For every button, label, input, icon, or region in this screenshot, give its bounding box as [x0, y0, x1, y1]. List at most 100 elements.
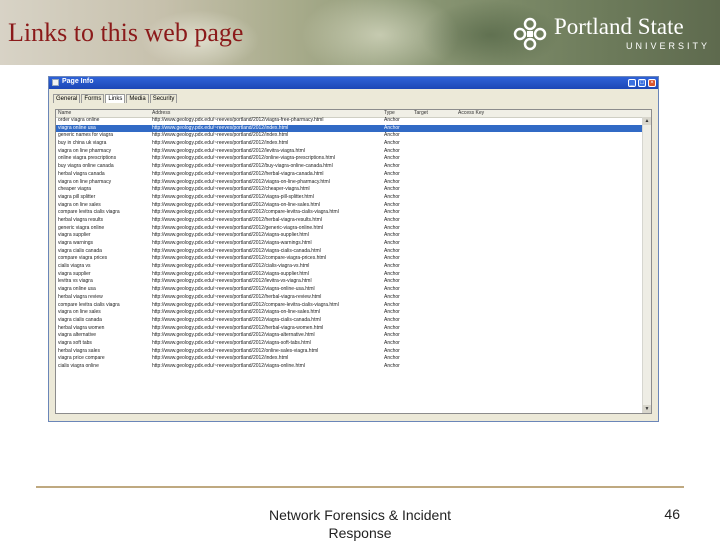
tab-media[interactable]: Media: [126, 94, 149, 103]
list-item[interactable]: viagra soft tabs http://www.geology.pdx.e…: [56, 340, 651, 348]
link-name: viagra on line sales: [58, 309, 101, 316]
list-item[interactable]: buy in china uk viagra http://www.geology…: [56, 140, 651, 148]
link-address: http://www.geology.pdx.edu/~reeves/portl…: [152, 278, 312, 285]
university-logo: Portland State UNIVERSITY: [512, 14, 712, 54]
link-type: Anchor: [384, 255, 400, 262]
column-header-name[interactable]: Name: [58, 110, 150, 117]
column-header-access-key[interactable]: Access Key: [458, 110, 498, 117]
scroll-down-icon[interactable]: ▼: [643, 405, 651, 413]
link-name: viagra supplier: [58, 232, 91, 239]
list-item[interactable]: compare levitra cialis viagra http://www.…: [56, 209, 651, 217]
list-item[interactable]: viagra on line sales http://www.geology.p…: [56, 309, 651, 317]
link-name: levitra vs viagra: [58, 278, 93, 285]
link-address: http://www.geology.pdx.edu/~reeves/portl…: [152, 293, 322, 300]
link-address: http://www.geology.pdx.edu/~reeves/portl…: [152, 270, 309, 277]
link-name: compare levitra cialis viagra: [58, 209, 120, 216]
list-item[interactable]: viagra on line sales http://www.geology.p…: [56, 202, 651, 210]
list-item[interactable]: generic viagra online http://www.geology.…: [56, 225, 651, 233]
list-item[interactable]: viagra online usa http://www.geology.pdx.…: [56, 124, 651, 133]
list-item[interactable]: viagra cialis canada http://www.geology.p…: [56, 248, 651, 256]
link-address: http://www.geology.pdx.edu/~reeves/portl…: [152, 355, 289, 362]
list-item[interactable]: herbal viagra review http://www.geology.p…: [56, 294, 651, 302]
list-item[interactable]: herbal viagra sales http://www.geology.pd…: [56, 348, 651, 356]
list-item[interactable]: compare viagra prices http://www.geology.…: [56, 255, 651, 263]
list-item[interactable]: herbal viagra results http://www.geology.…: [56, 217, 651, 225]
list-item[interactable]: viagra on line pharmacy http://www.geolog…: [56, 179, 651, 187]
list-item[interactable]: cialis viagra online http://www.geology.p…: [56, 363, 651, 371]
list-item[interactable]: viagra supplier http://www.geology.pdx.ed…: [56, 232, 651, 240]
list-item[interactable]: viagra pill splitter http://www.geology.p…: [56, 194, 651, 202]
link-type: Anchor: [384, 363, 400, 369]
link-name: generic names for viagra: [58, 132, 114, 139]
list-item[interactable]: viagra warnings http://www.geology.pdx.ed…: [56, 240, 651, 248]
links-list[interactable]: Name Address Type Target Access Key orde…: [55, 109, 652, 414]
link-address: http://www.geology.pdx.edu/~reeves/portl…: [152, 324, 324, 331]
link-address: http://www.geology.pdx.edu/~reeves/portl…: [152, 286, 315, 293]
link-name: online viagra prescriptions: [58, 155, 117, 162]
tab-forms[interactable]: Forms: [81, 94, 105, 103]
links-rows: order viagra online http://www.geology.pd…: [56, 117, 651, 371]
list-item[interactable]: cheaper viagra http://www.geology.pdx.edu…: [56, 186, 651, 194]
link-type: Anchor: [384, 117, 400, 123]
link-name: herbal viagra canada: [58, 170, 105, 177]
link-address: http://www.geology.pdx.edu/~reeves/portl…: [152, 132, 289, 139]
link-address: http://www.geology.pdx.edu/~reeves/portl…: [152, 163, 333, 170]
column-header-type[interactable]: Type: [384, 110, 414, 117]
window-titlebar[interactable]: Page Info _ □ ×: [49, 77, 658, 89]
link-address: http://www.geology.pdx.edu/~reeves/portl…: [152, 140, 289, 147]
list-item[interactable]: levitra vs viagra http://www.geology.pdx.…: [56, 278, 651, 286]
link-type: Anchor: [384, 355, 400, 362]
maximize-button[interactable]: □: [638, 79, 646, 87]
list-item[interactable]: compare levitra cialis viagra http://www.…: [56, 302, 651, 310]
list-item[interactable]: herbal viagra canada http://www.geology.p…: [56, 171, 651, 179]
link-type: Anchor: [384, 170, 400, 177]
list-item[interactable]: generic names for viagra http://www.geolo…: [56, 132, 651, 140]
column-header-address[interactable]: Address: [152, 110, 382, 117]
link-name: viagra on line pharmacy: [58, 147, 112, 154]
list-item[interactable]: online viagra prescriptions http://www.ge…: [56, 155, 651, 163]
link-address: http://www.geology.pdx.edu/~reeves/portl…: [152, 363, 305, 369]
list-item[interactable]: viagra online usa http://www.geology.pdx.…: [56, 286, 651, 294]
list-item[interactable]: order viagra online http://www.geology.pd…: [56, 117, 651, 125]
close-button[interactable]: ×: [648, 79, 656, 87]
link-type: Anchor: [384, 178, 400, 185]
link-name: viagra supplier: [58, 270, 91, 277]
link-name: viagra cialis canada: [58, 316, 102, 323]
tab-general[interactable]: General: [53, 94, 81, 103]
link-type: Anchor: [384, 278, 400, 285]
link-address: http://www.geology.pdx.edu/~reeves/portl…: [152, 263, 310, 270]
page-info-window: Page Info _ □ × General Forms Links Media Se…: [48, 76, 659, 422]
column-header-target[interactable]: Target: [414, 110, 454, 117]
tab-security[interactable]: Security: [149, 94, 178, 103]
tab-links[interactable]: Links: [105, 94, 126, 103]
list-item[interactable]: buy viagra online canada http://www.geolo…: [56, 163, 651, 171]
vertical-scrollbar[interactable]: ▲ ▼: [642, 117, 651, 413]
link-address: http://www.geology.pdx.edu/~reeves/portl…: [152, 232, 309, 239]
link-address: http://www.geology.pdx.edu/~reeves/portl…: [152, 155, 335, 162]
link-type: Anchor: [384, 186, 400, 193]
link-type: Anchor: [384, 332, 400, 339]
link-address: http://www.geology.pdx.edu/~reeves/portl…: [152, 193, 314, 200]
minimize-button[interactable]: _: [628, 79, 636, 87]
list-item[interactable]: viagra supplier http://www.geology.pdx.ed…: [56, 271, 651, 279]
link-address: http://www.geology.pdx.edu/~reeves/portl…: [152, 178, 330, 185]
list-item[interactable]: herbal viagra women http://www.geology.pd…: [56, 325, 651, 333]
link-type: Anchor: [384, 324, 400, 331]
list-item[interactable]: viagra on line pharmacy http://www.geolog…: [56, 148, 651, 156]
link-address: http://www.geology.pdx.edu/~reeves/portl…: [152, 316, 321, 323]
link-type: Anchor: [384, 140, 400, 147]
link-address: http://www.geology.pdx.edu/~reeves/portl…: [152, 255, 327, 262]
link-address: http://www.geology.pdx.edu/~reeves/portl…: [152, 309, 320, 316]
link-type: Anchor: [384, 201, 400, 208]
list-item[interactable]: viagra alternative http://www.geology.pdx…: [56, 332, 651, 340]
tab-strip: General Forms Links Media Security: [53, 94, 178, 103]
list-item[interactable]: viagra price compare http://www.geology.p…: [56, 355, 651, 363]
link-address: http://www.geology.pdx.edu/~reeves/portl…: [152, 347, 319, 354]
link-name: viagra pill splitter: [58, 193, 96, 200]
scroll-up-icon[interactable]: ▲: [643, 117, 651, 125]
list-item[interactable]: cialis viagra vs http://www.geology.pdx.e…: [56, 263, 651, 271]
link-name: cheaper viagra: [58, 186, 92, 193]
link-name: viagra cialis canada: [58, 247, 102, 254]
list-item[interactable]: viagra cialis canada http://www.geology.p…: [56, 317, 651, 325]
footer-divider: [36, 486, 684, 488]
